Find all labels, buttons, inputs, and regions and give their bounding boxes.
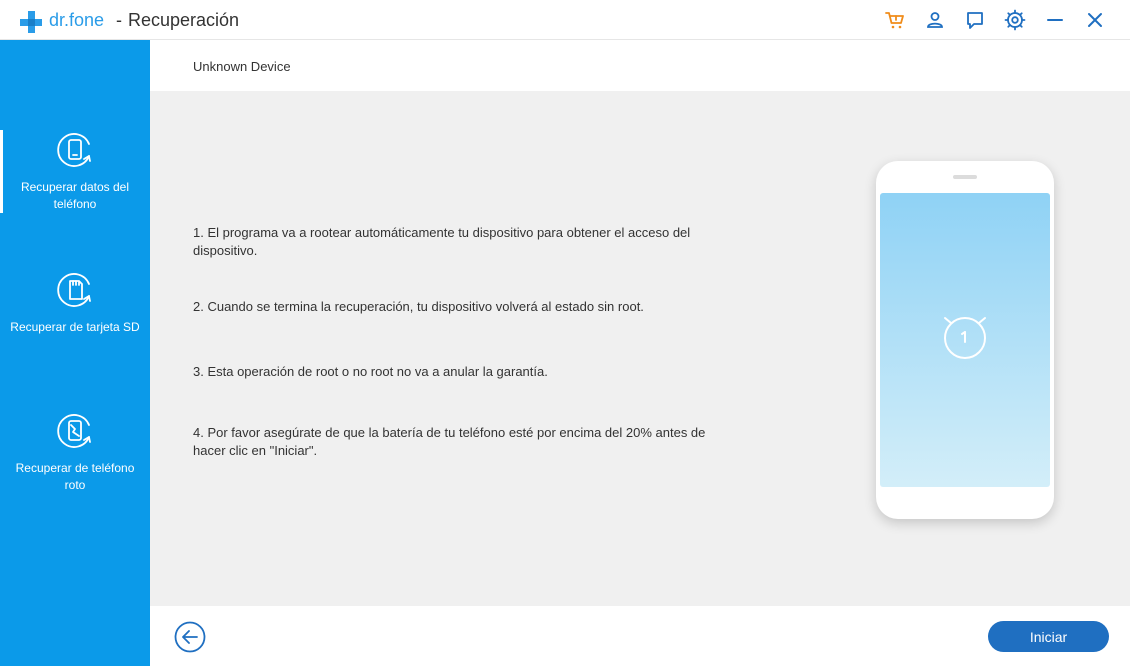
start-button[interactable]: Iniciar: [988, 621, 1109, 652]
sidebar-item-broken-phone-recovery[interactable]: Recuperar de teléfono roto: [0, 411, 150, 494]
phone-illustration: [876, 161, 1054, 519]
title-bar: dr.fone - Recuperación: [0, 0, 1130, 40]
brand-name: dr.fone: [49, 10, 105, 30]
device-name: Unknown Device: [193, 59, 291, 74]
user-icon[interactable]: [924, 9, 946, 31]
instruction-item: 1. El programa va a rootear automáticame…: [193, 225, 691, 258]
back-arrow-icon: [174, 621, 206, 653]
main-content: 1. El programa va a rootear automáticame…: [150, 91, 1130, 606]
title-separator: -: [116, 10, 122, 30]
phone-recovery-icon: [57, 133, 91, 167]
instruction-item: 3. Esta operación de root o no root no v…: [193, 364, 548, 379]
sidebar: Recuperar datos del teléfono Recuperar d…: [0, 40, 150, 666]
device-header: Unknown Device: [150, 40, 1130, 91]
timer-icon: [944, 317, 986, 359]
phone-screen: [880, 193, 1050, 487]
close-icon[interactable]: [1084, 9, 1106, 31]
sidebar-item-sd-card-recovery[interactable]: Recuperar de tarjeta SD: [0, 270, 150, 336]
phone-speaker: [953, 175, 977, 179]
footer-bar: Iniciar: [150, 606, 1130, 666]
instruction-item: 4. Por favor asegúrate de que la batería…: [193, 425, 706, 458]
instruction-item: 2. Cuando se termina la recuperación, tu…: [193, 299, 644, 314]
sd-card-recovery-icon: [57, 273, 91, 307]
broken-phone-recovery-icon: [57, 414, 91, 448]
sidebar-item-label: Recuperar de teléfono roto: [15, 461, 135, 492]
cart-icon[interactable]: [884, 9, 906, 31]
sidebar-item-label: Recuperar datos del teléfono: [20, 180, 130, 211]
app-title: Recuperación: [128, 10, 240, 30]
sidebar-item-label: Recuperar de tarjeta SD: [10, 320, 140, 334]
feedback-icon[interactable]: [964, 9, 986, 31]
sidebar-item-phone-recovery[interactable]: Recuperar datos del teléfono: [0, 130, 150, 213]
minimize-icon[interactable]: [1044, 9, 1066, 31]
drfone-logo-icon: [20, 11, 42, 33]
settings-icon[interactable]: [1004, 9, 1026, 31]
back-button[interactable]: [174, 621, 206, 653]
